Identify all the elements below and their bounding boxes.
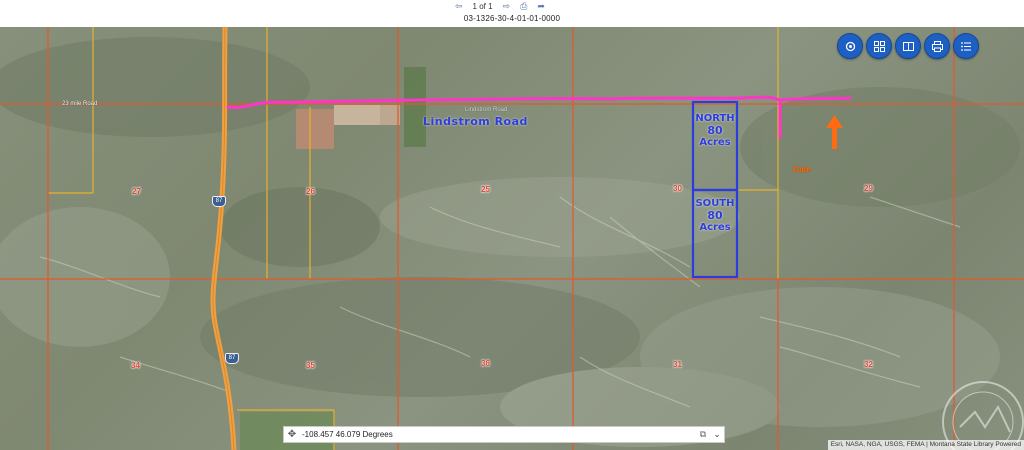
print-icon[interactable]: ⎙ [520,1,527,11]
move-icon[interactable]: ✥ [284,429,300,440]
coordinate-readout: -108.457 46.079 Degrees [302,430,393,439]
highway-shield: 87 [225,353,239,364]
print-button[interactable] [924,33,950,59]
pager: ⇦ 1 of 1 ⇨ ⎙ ➦ [455,0,545,12]
compare-button[interactable] [895,33,921,59]
section-label: 34 [131,361,140,370]
page-indicator: 1 of 1 [472,1,493,11]
north-parcel-label: NORTH 80 Acres [695,113,735,148]
basemap-gallery-button[interactable] [866,33,892,59]
south-parcel-label: SOUTH 80 Acres [695,198,735,233]
powered-text[interactable]: Powered [995,441,1021,448]
attribution-text: Esri, NASA, NGA, USGS, FEMA | Montana St… [830,441,994,448]
previous-arrow-icon[interactable]: ⇦ [455,1,463,11]
section-label: 35 [306,361,315,370]
top-bar: ⇦ 1 of 1 ⇨ ⎙ ➦ 03-1326-30-4-01-01-0000 [0,0,1024,28]
section-label: 30 [673,184,682,193]
next-arrow-icon[interactable]: ⇨ [503,1,511,11]
section-label: 26 [306,187,315,196]
road-name-label: Lindstrom Road [423,115,528,128]
section-label: 31 [673,360,682,369]
section-label: 25 [481,185,490,194]
section-label: 32 [864,360,873,369]
basemap-gallery-icon [873,40,885,52]
chevron-down-icon[interactable]: ⌄ [710,429,724,440]
layer-list-button[interactable] [953,33,979,59]
copy-icon[interactable]: ⧉ [696,429,710,440]
map-graphics [0,27,1024,450]
locate-button[interactable] [837,33,863,59]
highway-shield: 87 [212,196,226,207]
section-label: 29 [864,184,873,193]
gate-label: Gate [793,165,811,174]
road-label-faint: Lindstrom Road [465,107,508,113]
section-label: 36 [481,359,490,368]
map-attribution: Esri, NASA, NGA, USGS, FEMA | Montana St… [827,440,1024,450]
print-icon [931,40,943,52]
compare-icon [902,41,914,51]
road-label-23-mile: 23 mile Road [62,101,98,107]
layer-list-icon [960,41,971,51]
section-label: 27 [132,187,141,196]
share-icon[interactable]: ➦ [537,1,545,11]
parcel-id: 03-1326-30-4-01-01-0000 [463,14,561,23]
coordinate-bar: ✥ -108.457 46.079 Degrees ⧉ ⌄ [283,426,725,443]
map-view[interactable]: 23 mile Road Lindstrom Road Lindstrom Ro… [0,27,1024,450]
locate-icon [845,41,855,51]
